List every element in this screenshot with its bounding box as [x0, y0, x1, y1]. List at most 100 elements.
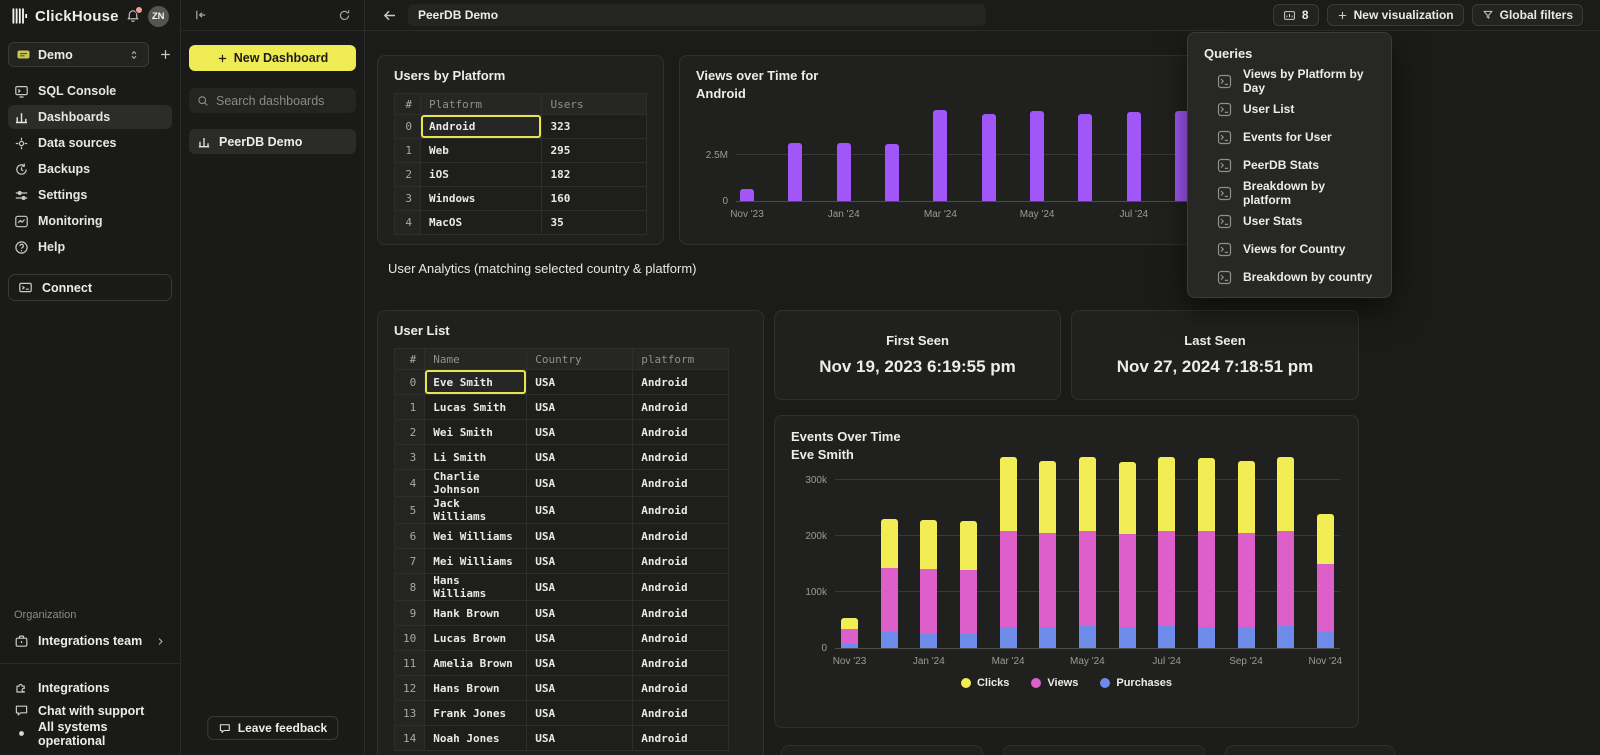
- table-cell[interactable]: Android: [633, 701, 729, 726]
- table-cell[interactable]: Windows: [420, 187, 542, 211]
- column-header[interactable]: #: [395, 94, 421, 115]
- sidebar-item-backups[interactable]: Backups: [8, 157, 172, 181]
- search-dashboards-input[interactable]: Search dashboards: [189, 88, 356, 113]
- back-arrow-icon[interactable]: [382, 8, 397, 23]
- table-cell[interactable]: Android: [633, 676, 729, 701]
- table-cell[interactable]: Android: [633, 601, 729, 626]
- table-cell[interactable]: 7: [395, 549, 425, 574]
- table-cell[interactable]: Eve Smith: [425, 370, 527, 395]
- table-cell[interactable]: Hank Brown: [425, 601, 527, 626]
- table-cell[interactable]: 2: [395, 163, 421, 187]
- bar-May '24[interactable]: [1030, 111, 1044, 201]
- table-cell[interactable]: USA: [527, 395, 633, 420]
- table-row[interactable]: 10Lucas BrownUSAAndroid: [395, 626, 729, 651]
- table-row[interactable]: 2Wei SmithUSAAndroid: [395, 420, 729, 445]
- table-cell[interactable]: USA: [527, 701, 633, 726]
- add-service-button[interactable]: [159, 48, 172, 61]
- query-menu-item[interactable]: User Stats: [1204, 207, 1375, 235]
- table-cell[interactable]: 4: [395, 470, 425, 497]
- table-cell[interactable]: USA: [527, 497, 633, 524]
- table-cell[interactable]: USA: [527, 676, 633, 701]
- stacked-bar-Jan '24[interactable]: [920, 520, 937, 648]
- table-cell[interactable]: Android: [633, 726, 729, 751]
- column-header[interactable]: Country: [527, 349, 633, 370]
- table-cell[interactable]: Jack Williams: [425, 497, 527, 524]
- table-row[interactable]: 5Jack WilliamsUSAAndroid: [395, 497, 729, 524]
- dashboard-title-input[interactable]: PeerDB Demo: [408, 4, 986, 26]
- sidebar-item-data-sources[interactable]: Data sources: [8, 131, 172, 155]
- table-cell[interactable]: 295: [542, 139, 647, 163]
- table-row[interactable]: 11Amelia BrownUSAAndroid: [395, 651, 729, 676]
- table-cell[interactable]: Android: [633, 524, 729, 549]
- table-cell[interactable]: USA: [527, 601, 633, 626]
- column-header[interactable]: Name: [425, 349, 527, 370]
- stacked-bar-Oct '24[interactable]: [1277, 457, 1294, 648]
- bar-Jul '24[interactable]: [1127, 112, 1141, 201]
- bar-Feb '24[interactable]: [885, 144, 899, 201]
- table-cell[interactable]: Noah Jones: [425, 726, 527, 751]
- table-cell[interactable]: USA: [527, 651, 633, 676]
- connect-button[interactable]: Connect: [8, 274, 172, 301]
- sidebar-item-sql-console[interactable]: SQL Console: [8, 79, 172, 103]
- sidebar-item-dashboards[interactable]: Dashboards: [8, 105, 172, 129]
- table-cell[interactable]: Android: [633, 549, 729, 574]
- table-row[interactable]: 7Mei WilliamsUSAAndroid: [395, 549, 729, 574]
- table-cell[interactable]: Android: [633, 574, 729, 601]
- bar-Dec '23[interactable]: [788, 143, 802, 201]
- table-row[interactable]: 6Wei WilliamsUSAAndroid: [395, 524, 729, 549]
- table-cell[interactable]: 14: [395, 726, 425, 751]
- stacked-bar-Aug '24[interactable]: [1198, 458, 1215, 648]
- table-cell[interactable]: 1: [395, 139, 421, 163]
- table-row[interactable]: 9Hank BrownUSAAndroid: [395, 601, 729, 626]
- query-menu-item[interactable]: PeerDB Stats: [1204, 151, 1375, 179]
- stacked-bar-Nov '24[interactable]: [1317, 514, 1334, 648]
- table-cell[interactable]: Hans Williams: [425, 574, 527, 601]
- table-row[interactable]: 4Charlie JohnsonUSAAndroid: [395, 470, 729, 497]
- table-cell[interactable]: USA: [527, 626, 633, 651]
- table-cell[interactable]: Android: [420, 115, 542, 139]
- visualization-count-button[interactable]: 8: [1273, 4, 1319, 26]
- leave-feedback-button[interactable]: Leave feedback: [207, 716, 338, 740]
- table-row[interactable]: 0Eve SmithUSAAndroid: [395, 370, 729, 395]
- table-cell[interactable]: 11: [395, 651, 425, 676]
- bar-Jan '24[interactable]: [837, 143, 851, 201]
- stacked-bar-Dec '23[interactable]: [881, 519, 898, 648]
- table-cell[interactable]: Mei Williams: [425, 549, 527, 574]
- table-cell[interactable]: 13: [395, 701, 425, 726]
- query-menu-item[interactable]: Views by Platform by Day: [1204, 67, 1375, 95]
- table-cell[interactable]: USA: [527, 524, 633, 549]
- stacked-bar-Jul '24[interactable]: [1158, 457, 1175, 648]
- table-cell[interactable]: Amelia Brown: [425, 651, 527, 676]
- column-header[interactable]: Platform: [420, 94, 542, 115]
- table-cell[interactable]: USA: [527, 370, 633, 395]
- new-dashboard-button[interactable]: New Dashboard: [189, 45, 356, 71]
- table-cell[interactable]: 35: [542, 211, 647, 235]
- table-row[interactable]: 4MacOS35: [395, 211, 647, 235]
- column-header[interactable]: Users: [542, 94, 647, 115]
- query-menu-item[interactable]: Breakdown by country: [1204, 263, 1375, 291]
- table-cell[interactable]: MacOS: [420, 211, 542, 235]
- legend-item-clicks[interactable]: Clicks: [961, 677, 1009, 689]
- table-cell[interactable]: 6: [395, 524, 425, 549]
- refresh-icon[interactable]: [338, 9, 351, 22]
- query-menu-item[interactable]: Breakdown by platform: [1204, 179, 1375, 207]
- table-cell[interactable]: 160: [542, 187, 647, 211]
- table-cell[interactable]: 0: [395, 370, 425, 395]
- table-cell[interactable]: USA: [527, 445, 633, 470]
- table-cell[interactable]: Lucas Brown: [425, 626, 527, 651]
- table-cell[interactable]: Wei Williams: [425, 524, 527, 549]
- bar-Jun '24[interactable]: [1078, 114, 1092, 201]
- table-cell[interactable]: 0: [395, 115, 421, 139]
- sidebar-item-monitoring[interactable]: Monitoring: [8, 209, 172, 233]
- table-cell[interactable]: 10: [395, 626, 425, 651]
- table-cell[interactable]: Android: [633, 445, 729, 470]
- table-cell[interactable]: Android: [633, 395, 729, 420]
- table-cell[interactable]: USA: [527, 726, 633, 751]
- new-visualization-button[interactable]: New visualization: [1327, 4, 1464, 26]
- table-cell[interactable]: Li Smith: [425, 445, 527, 470]
- bar-Mar '24[interactable]: [933, 110, 947, 201]
- table-cell[interactable]: Frank Jones: [425, 701, 527, 726]
- table-cell[interactable]: 1: [395, 395, 425, 420]
- table-cell[interactable]: Web: [420, 139, 542, 163]
- table-cell[interactable]: Android: [633, 651, 729, 676]
